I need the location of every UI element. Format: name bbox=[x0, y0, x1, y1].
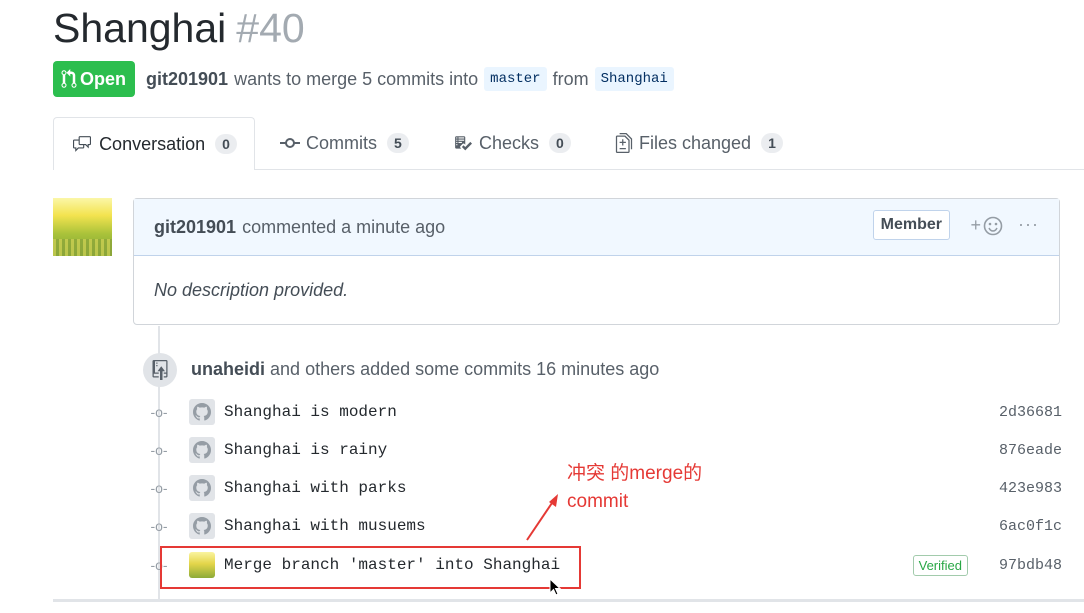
smiley-icon bbox=[983, 216, 1003, 235]
pr-title-text: Shanghai bbox=[53, 5, 227, 51]
mouse-cursor-icon bbox=[549, 578, 561, 596]
comment-body: No description provided. bbox=[154, 280, 349, 300]
commit-message[interactable]: Shanghai with musuems bbox=[224, 517, 426, 535]
tab-commits[interactable]: Commits 5 bbox=[280, 117, 409, 169]
tab-commits-count: 5 bbox=[387, 133, 409, 153]
divider bbox=[53, 599, 1084, 602]
pr-title: Shanghai #40 bbox=[53, 4, 305, 52]
tab-checks-label: Checks bbox=[479, 132, 540, 153]
add-reaction-button[interactable]: + bbox=[970, 215, 1003, 236]
comment-header: git201901 commented a minute ago Member … bbox=[134, 199, 1059, 256]
tab-conversation-count: 0 bbox=[215, 134, 237, 154]
plus-icon: + bbox=[970, 215, 981, 235]
annotation-note: 冲突 的merge的 commit bbox=[567, 460, 702, 516]
push-description: and others added some commits 16 minutes… bbox=[270, 359, 660, 379]
repo-push-icon bbox=[143, 353, 177, 387]
pr-author-link[interactable]: git201901 bbox=[146, 69, 228, 90]
git-commit-icon: -o- bbox=[150, 404, 168, 420]
commit-message[interactable]: Shanghai with parks bbox=[224, 479, 406, 497]
tab-conversation-label: Conversation bbox=[99, 133, 206, 154]
comment-action[interactable]: commented a minute ago bbox=[242, 217, 445, 238]
comment-box: git201901 commented a minute ago Member … bbox=[133, 198, 1060, 325]
commit-message[interactable]: Shanghai is modern bbox=[224, 403, 397, 421]
state-badge: Open bbox=[53, 61, 136, 97]
tab-checks[interactable]: Checks 0 bbox=[453, 117, 571, 169]
git-commit-icon: -o- bbox=[150, 442, 168, 458]
verified-badge[interactable]: Verified bbox=[912, 554, 968, 576]
commit-sha[interactable]: 2d36681 bbox=[999, 404, 1062, 421]
more-options-icon[interactable]: ··· bbox=[1018, 214, 1039, 235]
octocat-avatar[interactable] bbox=[189, 399, 215, 425]
state-label: Open bbox=[80, 68, 127, 89]
base-branch[interactable]: master bbox=[484, 67, 547, 91]
annotation-line-2: commit bbox=[567, 491, 629, 512]
tab-conversation[interactable]: Conversation 0 bbox=[53, 117, 255, 170]
git-commit-icon: -o- bbox=[150, 518, 168, 534]
commit-row: -o- Shanghai is modern 2d36681 bbox=[150, 397, 1062, 427]
commit-message[interactable]: Shanghai is rainy bbox=[224, 441, 387, 459]
octocat-avatar[interactable] bbox=[189, 475, 215, 501]
git-pull-request-icon bbox=[61, 69, 77, 88]
tab-files-changed[interactable]: Files changed 1 bbox=[615, 117, 783, 169]
annotation-arrow-icon bbox=[526, 494, 558, 541]
checklist-icon bbox=[453, 134, 473, 152]
pr-tabs: Conversation 0 Commits 5 Checks 0 Files … bbox=[53, 117, 1084, 170]
tab-commits-label: Commits bbox=[306, 132, 377, 153]
push-author[interactable]: unaheidi bbox=[191, 359, 265, 379]
git-commit-icon: -o- bbox=[150, 480, 168, 496]
head-branch[interactable]: Shanghai bbox=[594, 67, 674, 91]
commenter-avatar[interactable] bbox=[53, 198, 112, 256]
tab-files-changed-label: Files changed bbox=[639, 132, 752, 153]
commit-sha[interactable]: 876eade bbox=[999, 442, 1062, 459]
push-event-text: unaheidi and others added some commits 1… bbox=[191, 359, 659, 380]
git-commit-icon bbox=[280, 136, 300, 150]
tab-files-changed-count: 1 bbox=[761, 133, 783, 153]
octocat-avatar[interactable] bbox=[189, 437, 215, 463]
from-text: from bbox=[552, 68, 589, 89]
pr-meta: Open git201901 wants to merge 5 commits … bbox=[53, 61, 680, 97]
merge-text: wants to merge 5 commits into bbox=[234, 68, 479, 89]
commit-sha[interactable]: 6ac0f1c bbox=[999, 518, 1062, 535]
octocat-avatar[interactable] bbox=[189, 513, 215, 539]
commit-sha[interactable]: 97bdb48 bbox=[999, 557, 1062, 574]
pr-number: #40 bbox=[236, 5, 305, 51]
comment-author[interactable]: git201901 bbox=[154, 217, 236, 238]
comment-discussion-icon bbox=[71, 135, 93, 153]
file-diff-icon bbox=[615, 133, 633, 153]
commit-sha[interactable]: 423e983 bbox=[999, 480, 1062, 497]
tab-checks-count: 0 bbox=[549, 133, 571, 153]
annotation-line-1: 冲突 的merge的 bbox=[567, 463, 703, 484]
member-badge: Member bbox=[872, 210, 950, 240]
annotation-highlight-box bbox=[160, 546, 581, 589]
